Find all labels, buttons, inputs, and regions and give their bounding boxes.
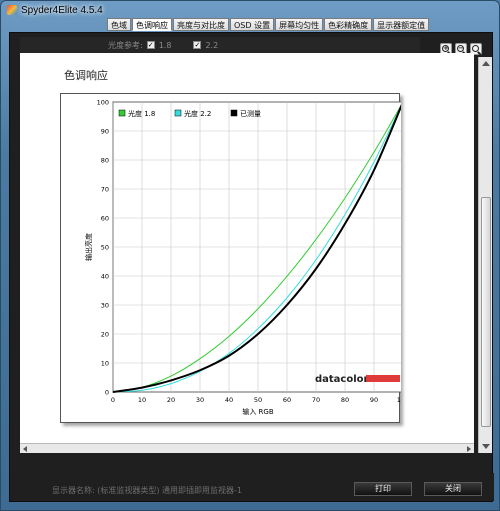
tab-screen-uniformity[interactable]: 屏幕均匀性 <box>275 18 324 31</box>
legend-label-2: 光度 2.2 <box>184 109 211 118</box>
x-tick-label: 0 <box>111 396 115 404</box>
x-tick-label: 70 <box>312 396 320 404</box>
client-area: 光度参考: ✓ 1.8 ✓ 2.2 + − 色调响应 0 10 20 30 40 50 60… <box>9 32 494 502</box>
footer-bar: 显示器名称: (标准监视器类型) 通用即插即用监视器-1 打印 关闭 <box>10 473 494 501</box>
app-logo-icon <box>7 5 17 15</box>
gamma-1-8-label: 1.8 <box>158 40 172 50</box>
legend-swatch-1 <box>118 109 126 117</box>
tab-strip: 色域 色调响应 亮度与对比度 OSD 设置 屏幕均匀性 色彩精确度 显示器额定值 <box>107 18 430 31</box>
y-tick-label: 30 <box>101 301 109 309</box>
y-tick-label: 60 <box>101 214 109 222</box>
gamma-1-8-checkbox[interactable]: ✓ <box>146 41 155 49</box>
y-tick-label: 20 <box>101 330 109 338</box>
legend-swatch-3 <box>230 109 238 117</box>
y-tick-label: 100 <box>97 98 109 106</box>
y-tick-label: 70 <box>101 185 109 193</box>
y-tick-label: 40 <box>101 272 109 280</box>
tab-tone-response[interactable]: 色调响应 <box>132 18 172 31</box>
gamma-reference-label: 光度参考: <box>108 40 143 50</box>
x-tick-label: 90 <box>370 396 378 404</box>
x-tick-label: 80 <box>341 396 349 404</box>
x-tick-label: 20 <box>167 396 175 404</box>
x-tick-label: 50 <box>254 396 262 404</box>
gamma-2-2-checkbox[interactable]: ✓ <box>193 41 202 49</box>
report-canvas: 色调响应 0 10 20 30 40 50 60 70 80 90 100 0 10 20 30 40 50 60… <box>20 53 474 443</box>
tab-color-accuracy[interactable]: 色彩精确度 <box>324 18 373 31</box>
y-tick-label: 90 <box>101 127 109 135</box>
x-tick-label: 30 <box>196 396 204 404</box>
y-tick-label: 10 <box>101 359 109 367</box>
scroll-up-icon[interactable] <box>482 61 490 66</box>
scroll-left-icon[interactable] <box>23 446 27 452</box>
section-title: 色调响应 <box>64 69 108 82</box>
window-title: Spyder4Elite 4.5.4 <box>21 4 103 16</box>
y-axis-label: 输出亮度 <box>84 233 93 261</box>
legend-label-3: 已测量 <box>240 110 261 118</box>
x-tick-label: 10 <box>138 396 146 404</box>
x-axis-label: 输入 RGB <box>242 407 274 416</box>
tab-brightness-contrast[interactable]: 亮度与对比度 <box>173 18 229 31</box>
close-button[interactable]: 关闭 <box>424 482 482 496</box>
gamma-reference-bar: 光度参考: ✓ 1.8 ✓ 2.2 <box>20 37 420 53</box>
tone-response-chart: 0 10 20 30 40 50 60 70 80 90 100 0 10 20 30 40 50 60 70 80 9… <box>84 98 409 416</box>
tab-monitor-rating[interactable]: 显示器额定值 <box>373 18 430 31</box>
y-tick-label: 50 <box>101 243 109 251</box>
scroll-down-icon[interactable] <box>482 444 490 449</box>
print-button[interactable]: 打印 <box>354 482 412 496</box>
y-tick-label: 0 <box>105 388 109 396</box>
tone-response-chart-frame: 0 10 20 30 40 50 60 70 80 90 100 0 10 20 30 40 50 60 70 80 9… <box>60 93 409 423</box>
datacolor-watermark: datacolor <box>315 374 369 385</box>
x-tick-label: 40 <box>225 396 233 404</box>
datacolor-logo-bar <box>366 375 400 382</box>
horizontal-scrollbar[interactable] <box>20 443 474 453</box>
legend-swatch-2 <box>174 109 182 117</box>
gamma-2-2-label: 2.2 <box>205 40 219 50</box>
title-bar: Spyder4Elite 4.5.4 <box>7 3 103 17</box>
app-window: Spyder4Elite 4.5.4 色域 色调响应 亮度与对比度 OSD 设置… <box>0 0 500 511</box>
vertical-scrollbar[interactable] <box>478 57 492 453</box>
tab-osd-settings[interactable]: OSD 设置 <box>230 18 275 31</box>
legend-label-1: 光度 1.8 <box>128 109 155 118</box>
tab-gamut[interactable]: 色域 <box>107 18 131 31</box>
x-tick-label: 100 <box>397 396 401 404</box>
monitor-name-label: 显示器名称: (标准监视器类型) 通用即插即用监视器-1 <box>52 486 242 495</box>
scroll-right-icon[interactable] <box>467 446 471 452</box>
x-tick-label: 60 <box>283 396 291 404</box>
y-tick-label: 80 <box>101 156 109 164</box>
scrollbar-thumb[interactable] <box>481 197 491 427</box>
